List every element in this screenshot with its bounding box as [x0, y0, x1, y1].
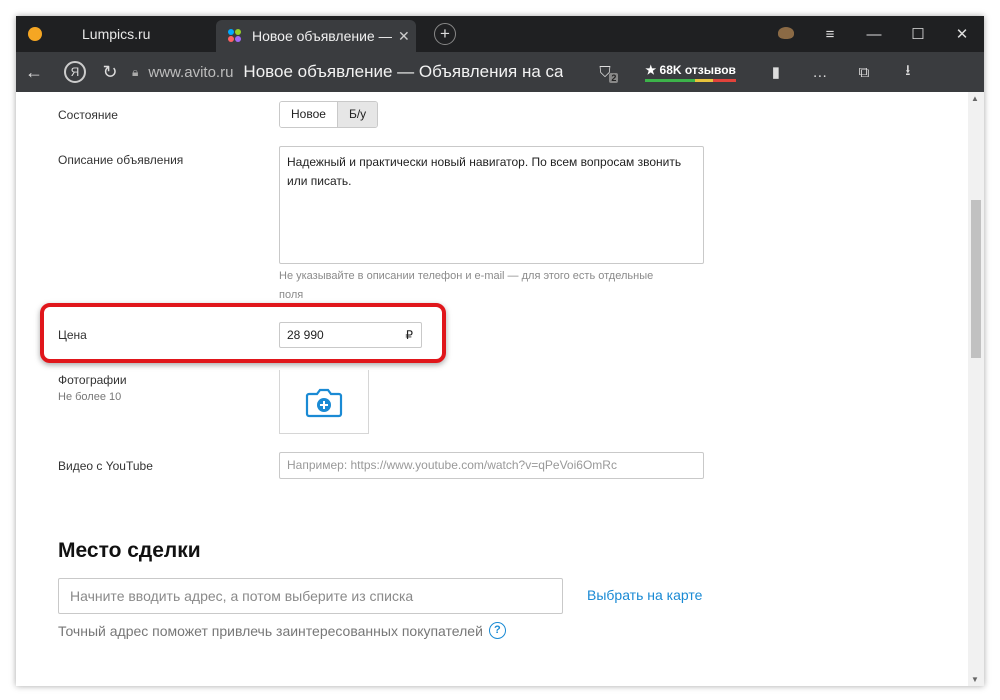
back-arrow-icon[interactable]: ←	[16, 62, 52, 83]
download-icon[interactable]: ⭳	[886, 60, 930, 85]
camera-plus-icon	[305, 388, 343, 417]
address-input[interactable]: Начните вводить адрес, а потом выберите …	[58, 578, 563, 614]
price-highlight-frame	[40, 303, 446, 363]
reviews-text: ★ 68K отзывов	[645, 62, 736, 77]
tab-avito[interactable]: Новое объявление — О ✕	[216, 20, 416, 52]
close-window-icon[interactable]: ✕	[940, 25, 984, 43]
video-label: Видео с YouTube	[58, 459, 153, 473]
tab-title: Новое объявление — О	[252, 28, 392, 44]
yandex-logo-icon[interactable]: Я	[64, 61, 86, 83]
tab-bar: Lumpics.ru Новое объявление — О ✕ + ≡ — …	[16, 16, 984, 52]
avito-dots-icon	[228, 29, 242, 43]
tab-title: Lumpics.ru	[82, 26, 151, 42]
menu-icon[interactable]: ≡	[808, 26, 852, 43]
more-icon[interactable]: …	[798, 64, 842, 81]
condition-used-button[interactable]: Б/у	[336, 102, 378, 127]
page-title[interactable]: Новое объявление — Объявления на са...	[243, 62, 563, 82]
scrollbar-thumb[interactable]	[971, 200, 981, 358]
orange-circle-icon	[28, 27, 42, 41]
photos-label: Фотографии	[58, 373, 127, 387]
extension-bird-icon[interactable]	[764, 26, 808, 43]
maximize-icon[interactable]: ☐	[896, 25, 940, 43]
close-tab-icon[interactable]: ✕	[398, 28, 410, 45]
new-tab-button[interactable]: +	[434, 23, 456, 45]
photos-sublabel: Не более 10	[58, 391, 122, 403]
tab-lumpics[interactable]: Lumpics.ru	[16, 16, 216, 52]
domain-text[interactable]: www.avito.ru	[148, 64, 233, 81]
address-hint: Точный адрес поможет привлечь заинтересо…	[58, 622, 506, 639]
condition-label: Состояние	[58, 108, 118, 122]
choose-on-map-link[interactable]: Выбрать на карте	[587, 587, 702, 603]
youtube-url-input[interactable]: Например: https://www.youtube.com/watch?…	[279, 452, 704, 479]
condition-toggle[interactable]: Новое Б/у	[279, 101, 379, 128]
description-hint: Не указывайте в описании телефон и e-mai…	[279, 270, 654, 301]
add-photo-button[interactable]	[279, 370, 369, 434]
protect-shield-icon[interactable]: ⛉ 2	[599, 64, 623, 83]
minimize-icon[interactable]: —	[852, 26, 896, 43]
browser-window: Lumpics.ru Новое объявление — О ✕ + ≡ — …	[16, 16, 984, 686]
description-textarea[interactable]: Надежный и практически новый навигатор. …	[279, 146, 704, 264]
help-question-icon[interactable]: ?	[488, 622, 506, 639]
deal-location-heading: Место сделки	[58, 539, 201, 562]
reload-icon[interactable]: ↻	[92, 62, 128, 83]
address-bar: ← Я ↻ 🔒︎ www.avito.ru Новое объявление —…	[16, 52, 984, 92]
condition-new-button[interactable]: Новое	[280, 102, 337, 127]
reviews-badge[interactable]: ★ 68K отзывов	[645, 63, 736, 82]
description-label: Описание объявления	[58, 153, 184, 167]
protect-badge: 2	[609, 72, 619, 83]
rating-bar	[645, 78, 736, 82]
page-scrollbar[interactable]: ▲ ▼	[968, 92, 984, 686]
scroll-up-icon[interactable]: ▲	[971, 94, 979, 103]
lock-icon[interactable]: 🔒︎	[132, 65, 138, 80]
bookmark-icon[interactable]: ▮	[754, 63, 798, 81]
page-content: Состояние Новое Б/у Описание объявления …	[16, 92, 968, 686]
scroll-down-icon[interactable]: ▼	[971, 675, 979, 684]
address-hint-text: Точный адрес поможет привлечь заинтересо…	[58, 622, 483, 639]
collections-icon[interactable]: ⧉	[842, 64, 886, 81]
